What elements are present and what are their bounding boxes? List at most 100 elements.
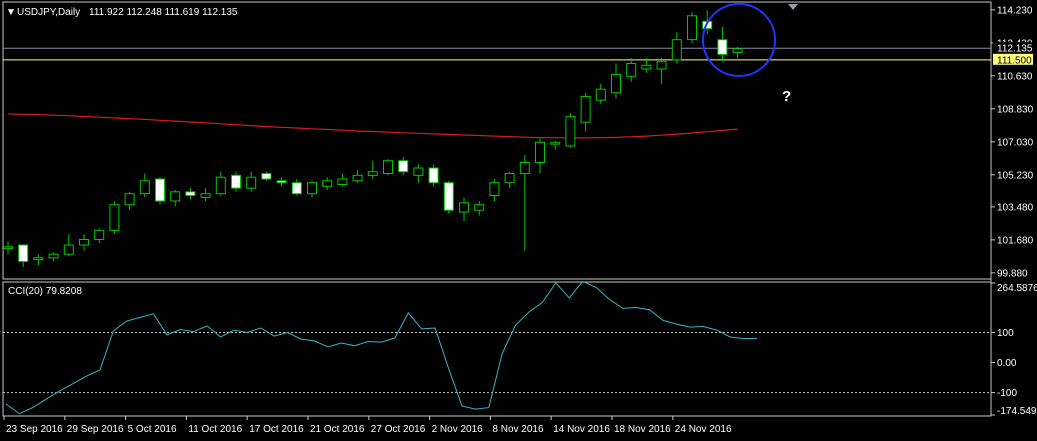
date-label: 2 Nov 2016 xyxy=(432,424,484,435)
candle xyxy=(504,171,515,189)
candle xyxy=(352,169,363,183)
candle-body-bull xyxy=(535,141,545,164)
candle-body-bull xyxy=(79,239,89,246)
price-tick-label: 105.230 xyxy=(997,170,1034,181)
candle-body-bull xyxy=(474,204,485,211)
candle-body-bear xyxy=(276,180,287,184)
candle xyxy=(550,140,561,150)
candle-body-bull xyxy=(504,173,515,184)
candle xyxy=(413,164,424,183)
candle xyxy=(109,201,120,234)
candle xyxy=(580,92,591,132)
bid-price-label-text: 111.500 xyxy=(997,55,1032,66)
candle-body-bull xyxy=(550,141,561,145)
candle-body-bull xyxy=(94,229,105,241)
candle-body-bull xyxy=(246,176,257,189)
candle xyxy=(139,173,150,198)
candle-body-bull xyxy=(48,253,59,259)
candle-body-bull xyxy=(307,182,317,195)
candle-body-bull xyxy=(489,182,500,196)
price-lines-layer xyxy=(3,47,991,61)
candle xyxy=(611,63,621,99)
candle xyxy=(3,241,13,255)
candle xyxy=(124,191,135,211)
date-label: 24 Nov 2016 xyxy=(675,424,732,435)
candle xyxy=(215,171,226,196)
price-tick-label: 107.030 xyxy=(997,137,1034,148)
candle-body-bull xyxy=(33,257,44,261)
candle xyxy=(565,113,576,148)
candle xyxy=(94,228,105,244)
candle-body-bull xyxy=(580,96,591,123)
axis-tick-labels: 114.230112.420110.630108.830107.030105.2… xyxy=(991,5,1037,417)
candle xyxy=(79,234,89,251)
cci-tick-label: -174.5491 xyxy=(997,406,1037,417)
candle xyxy=(489,179,500,201)
moving-average-line xyxy=(7,113,738,139)
cci-tick-label: 264.5876 xyxy=(997,283,1037,294)
candle xyxy=(383,158,393,176)
candle-body-bull xyxy=(626,63,637,77)
candle xyxy=(155,177,165,205)
ask-price-label-text: 112.135 xyxy=(997,44,1033,55)
price-panel-frame xyxy=(2,1,992,280)
candle xyxy=(459,197,469,222)
date-label: 17 Oct 2016 xyxy=(249,424,304,435)
price-tick-label: 99.880 xyxy=(997,268,1028,279)
candle xyxy=(337,173,348,187)
date-label: 29 Sep 2016 xyxy=(67,424,124,435)
candle xyxy=(519,155,530,251)
candle xyxy=(443,180,454,214)
candle xyxy=(246,171,257,192)
candle xyxy=(656,58,667,84)
date-label: 11 Oct 2016 xyxy=(188,424,242,435)
question-mark: ? xyxy=(782,88,791,105)
candle-body-bull xyxy=(3,246,13,250)
ohlc-readout: 111.922 112.248 111.619 112.135 xyxy=(89,7,238,18)
candle-body-bull xyxy=(215,176,226,195)
candle-body-bull xyxy=(413,167,424,176)
date-label: 18 Nov 2016 xyxy=(614,424,671,435)
cci-line xyxy=(5,280,757,415)
candle xyxy=(33,254,44,266)
candle-body-bull xyxy=(687,15,697,41)
candle xyxy=(261,171,272,181)
chart-window[interactable]: 114.230112.420110.630108.830107.030105.2… xyxy=(0,0,1037,441)
candle xyxy=(231,171,241,192)
candle-body-bull xyxy=(656,61,667,70)
date-label: 21 Oct 2016 xyxy=(310,424,365,435)
candle-body-bear xyxy=(398,160,409,173)
candle xyxy=(626,58,637,82)
candle-body-bear xyxy=(185,191,196,197)
candle xyxy=(322,177,333,190)
candle-body-bear xyxy=(291,182,302,195)
candle xyxy=(367,160,378,179)
chart-canvas[interactable]: 114.230112.420110.630108.830107.030105.2… xyxy=(0,0,1037,441)
candle-body-bull xyxy=(124,193,135,206)
cci-tick-label: 100 xyxy=(997,328,1014,339)
candle xyxy=(535,138,545,174)
candle-body-bear xyxy=(231,174,241,189)
candle-body-bear xyxy=(717,39,728,55)
date-axis-labels: 23 Sep 2016 29 Sep 2016 5 Oct 2016 11 Oct 2… xyxy=(3,416,732,435)
candle-body-bull xyxy=(732,48,743,53)
price-tick-label: 108.830 xyxy=(997,104,1034,115)
candle xyxy=(276,177,287,187)
date-label: 14 Nov 2016 xyxy=(553,424,610,435)
candle-body-bull xyxy=(367,171,378,176)
candle xyxy=(717,26,728,62)
cci-tick-label: 0.00 xyxy=(997,358,1017,369)
chart-shift-marker[interactable] xyxy=(788,4,798,10)
candle xyxy=(200,188,211,201)
symbol-menu-arrow[interactable]: ▼ xyxy=(6,7,16,18)
price-tick-label: 101.680 xyxy=(997,235,1034,246)
candle-body-bear xyxy=(155,178,165,202)
candle-body-bull xyxy=(671,39,682,61)
candle-body-bull xyxy=(595,88,606,101)
date-label: 5 Oct 2016 xyxy=(128,424,177,435)
date-label: 8 Nov 2016 xyxy=(492,424,544,435)
price-tick-label: 103.480 xyxy=(997,202,1034,213)
cci-layer xyxy=(3,280,991,415)
candle-body-bull xyxy=(611,74,621,94)
candle xyxy=(63,234,74,256)
